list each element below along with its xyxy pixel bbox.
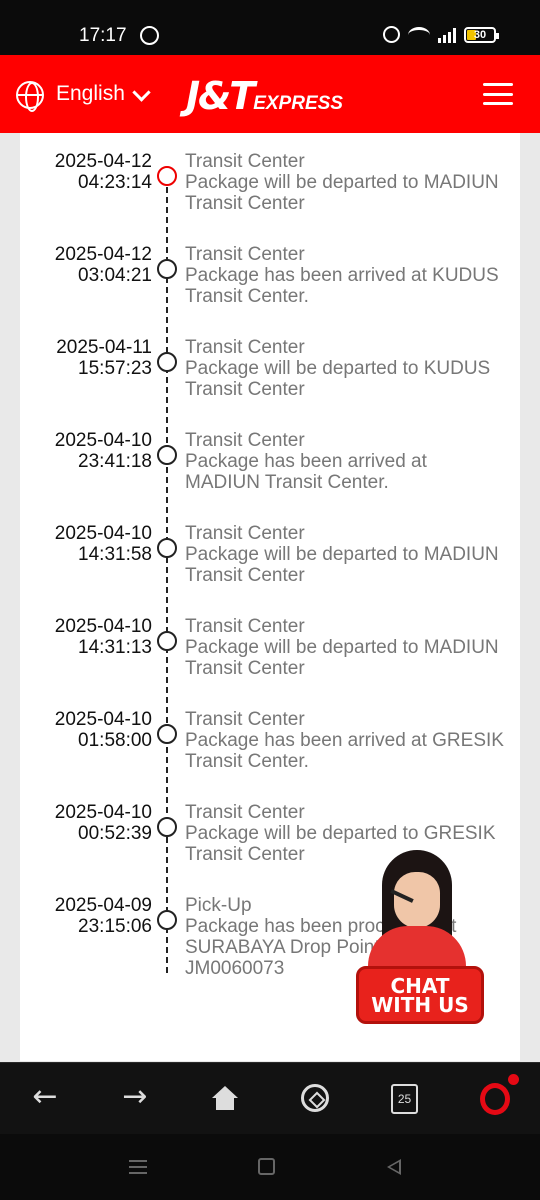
timeline-event: 2025-04-12 04:23:14 Transit Center Package … — [20, 133, 520, 226]
timeline-dot — [157, 910, 177, 930]
back-arrow-icon[interactable]: ← — [28, 1080, 62, 1114]
event-title: Transit Center — [185, 244, 305, 265]
back-button-icon[interactable] — [387, 1159, 401, 1175]
event-title: Transit Center — [185, 337, 305, 358]
event-title: Transit Center — [185, 802, 305, 823]
event-date: 2025-04-10 — [54, 709, 152, 730]
event-description: Package will be departed to MADIUN Trans… — [185, 637, 499, 679]
event-details: Transit Center Package will be departed t… — [185, 337, 505, 400]
event-details: Transit Center Package has been arrived a… — [185, 244, 505, 307]
agent-face — [394, 872, 440, 928]
event-time: 15:57:23 — [78, 358, 152, 379]
event-date: 2025-04-10 — [54, 616, 152, 637]
event-description: Package will be departed to MADIUN Trans… — [185, 172, 499, 214]
football-icon[interactable] — [301, 1084, 329, 1112]
timeline-dot — [157, 445, 177, 465]
alarm-icon — [383, 26, 400, 43]
event-time: 14:31:58 — [78, 544, 152, 565]
home-button-icon[interactable] — [258, 1158, 275, 1175]
event-datetime: 2025-04-10 01:58:00 — [20, 709, 152, 751]
event-description: Package has been arrived at MADIUN Trans… — [185, 451, 427, 493]
hamburger-menu-icon[interactable] — [483, 83, 513, 105]
tabs-icon[interactable]: 25 — [391, 1084, 418, 1114]
event-title: Transit Center — [185, 523, 305, 544]
event-title: Transit Center — [185, 616, 305, 637]
language-selector[interactable]: English — [56, 82, 125, 106]
timeline-event: 2025-04-12 03:04:21 Transit Center Package … — [20, 226, 520, 319]
timeline-dot — [157, 817, 177, 837]
event-datetime: 2025-04-12 03:04:21 — [20, 244, 152, 286]
status-time: 17:17 — [79, 25, 127, 46]
signal-icon — [438, 27, 456, 43]
event-datetime: 2025-04-09 23:15:06 — [20, 895, 152, 937]
logo-main: J&T — [186, 74, 255, 118]
event-date: 2025-04-10 — [54, 802, 152, 823]
event-time: 23:41:18 — [78, 451, 152, 472]
timeline-dot — [157, 631, 177, 651]
event-details: Transit Center Package has been arrived a… — [185, 709, 505, 772]
event-title: Transit Center — [185, 709, 305, 730]
event-datetime: 2025-04-10 23:41:18 — [20, 430, 152, 472]
wifi-icon — [408, 26, 430, 43]
event-date: 2025-04-12 — [54, 151, 152, 172]
opera-icon[interactable] — [480, 1083, 510, 1115]
chat-with-us-button[interactable]: CHAT WITH US — [356, 966, 484, 1024]
status-bar: 17:17 30 — [0, 0, 540, 55]
timeline-dot — [157, 724, 177, 744]
logo-sub: EXPRESS — [253, 93, 343, 114]
notification-dot — [508, 1074, 519, 1085]
battery-level: 30 — [473, 28, 487, 41]
timeline-event: 2025-04-10 14:31:13 Transit Center Package … — [20, 598, 520, 691]
event-time: 23:15:06 — [78, 916, 152, 937]
event-description: Package will be departed to MADIUN Trans… — [185, 544, 499, 586]
timeline-dot — [157, 538, 177, 558]
event-date: 2025-04-09 — [54, 895, 152, 916]
browser-toolbar — [0, 1062, 540, 1134]
event-datetime: 2025-04-10 00:52:39 — [20, 802, 152, 844]
forward-arrow-icon[interactable]: → — [118, 1080, 152, 1114]
event-title: Transit Center — [185, 430, 305, 451]
event-time: 14:31:13 — [78, 637, 152, 658]
event-datetime: 2025-04-10 14:31:58 — [20, 523, 152, 565]
event-description: Package has been arrived at KUDUS Transi… — [185, 265, 499, 307]
event-time: 03:04:21 — [78, 265, 152, 286]
home-icon[interactable] — [212, 1086, 238, 1110]
event-description: Package will be departed to KUDUS Transi… — [185, 358, 491, 400]
event-date: 2025-04-10 — [54, 430, 152, 451]
event-datetime: 2025-04-11 15:57:23 — [20, 337, 152, 379]
timeline-event: 2025-04-11 15:57:23 Transit Center Package … — [20, 319, 520, 412]
event-title: Transit Center — [185, 151, 305, 172]
chat-label-2: WITH US — [371, 993, 469, 1017]
timeline-event: 2025-04-10 14:31:58 Transit Center Package … — [20, 505, 520, 598]
event-date: 2025-04-12 — [54, 244, 152, 265]
event-time: 01:58:00 — [78, 730, 152, 751]
event-date: 2025-04-10 — [54, 523, 152, 544]
whatsapp-icon — [140, 26, 159, 45]
recent-apps-icon[interactable] — [129, 1160, 147, 1174]
jt-express-logo[interactable]: J&TEXPRESS — [186, 74, 343, 118]
timeline-dot — [157, 352, 177, 372]
event-details: Transit Center Package will be departed t… — [185, 616, 505, 679]
event-datetime: 2025-04-12 04:23:14 — [20, 151, 152, 193]
globe-icon[interactable] — [16, 81, 44, 112]
battery-icon: 30 — [464, 26, 499, 43]
event-details: Transit Center Package has been arrived a… — [185, 430, 505, 493]
event-date: 2025-04-11 — [56, 337, 152, 358]
chat-widget[interactable]: CHAT WITH US — [356, 846, 484, 1036]
timeline-event: 2025-04-10 23:41:18 Transit Center Package … — [20, 412, 520, 505]
timeline-dot — [157, 259, 177, 279]
event-time: 00:52:39 — [78, 823, 152, 844]
event-time: 04:23:14 — [78, 172, 152, 193]
event-description: Package has been arrived at GRESIK Trans… — [185, 730, 504, 772]
status-icons: 30 — [383, 26, 499, 43]
event-details: Transit Center Package will be departed t… — [185, 151, 505, 214]
event-details: Transit Center Package will be departed t… — [185, 523, 505, 586]
timeline-dot — [157, 166, 177, 186]
event-datetime: 2025-04-10 14:31:13 — [20, 616, 152, 658]
timeline-event: 2025-04-10 01:58:00 Transit Center Package … — [20, 691, 520, 784]
